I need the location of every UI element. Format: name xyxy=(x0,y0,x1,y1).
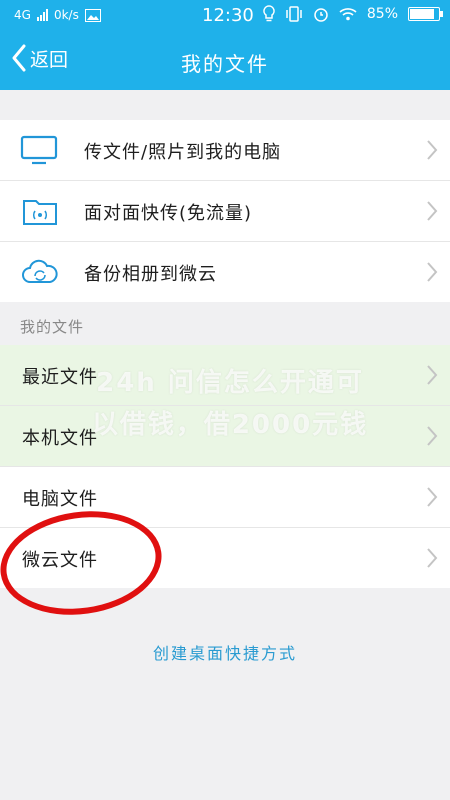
wifi-folder-icon xyxy=(23,200,57,225)
battery-icon xyxy=(408,7,443,21)
chevron-right-icon xyxy=(427,140,438,160)
status-bar: 4G 0k/s 12:30 85% xyxy=(0,0,450,32)
backup-album-label: 备份相册到微云 xyxy=(84,264,217,285)
chevron-right-icon xyxy=(427,365,438,385)
computer-icon xyxy=(20,135,58,165)
network-type: 4G xyxy=(14,8,31,22)
network-speed: 0k/s xyxy=(53,8,79,22)
status-right: 85% xyxy=(263,5,443,23)
bulb-icon xyxy=(263,5,275,22)
weiyun-files-label: 微云文件 xyxy=(22,550,98,571)
nav-bar: 返回 我的文件 xyxy=(0,32,450,90)
send-to-computer-item[interactable]: 传文件/照片到我的电脑 xyxy=(0,120,450,181)
my-files-list: 最近文件 本机文件 电脑文件 微云文件 xyxy=(0,345,450,588)
weiyun-files-item[interactable]: 微云文件 xyxy=(0,528,450,588)
vibrate-icon xyxy=(286,6,302,22)
page-title: 我的文件 xyxy=(181,52,269,76)
cloud-sync-icon xyxy=(22,259,58,283)
chevron-right-icon xyxy=(427,201,438,221)
section-header: 我的文件 xyxy=(20,318,85,336)
status-left: 4G 0k/s xyxy=(14,8,101,22)
create-shortcut-link[interactable]: 创建桌面快捷方式 xyxy=(0,640,450,664)
computer-files-item[interactable]: 电脑文件 xyxy=(0,467,450,528)
local-files-item[interactable]: 本机文件 xyxy=(0,406,450,467)
wifi-icon xyxy=(339,8,357,21)
recent-files-label: 最近文件 xyxy=(22,367,98,388)
face-to-face-label: 面对面快传(免流量) xyxy=(84,203,253,224)
computer-files-label: 电脑文件 xyxy=(22,489,98,510)
image-icon xyxy=(84,8,101,22)
battery-percent: 85% xyxy=(366,6,398,22)
status-time: 12:30 xyxy=(202,5,254,26)
backup-album-item[interactable]: 备份相册到微云 xyxy=(0,242,450,302)
chevron-right-icon xyxy=(427,487,438,507)
top-action-list: 传文件/照片到我的电脑 面对面快传(免流量) 备份相册到微云 xyxy=(0,120,450,302)
alarm-icon xyxy=(314,8,328,22)
chevron-right-icon xyxy=(427,426,438,446)
face-to-face-item[interactable]: 面对面快传(免流量) xyxy=(0,181,450,242)
local-files-label: 本机文件 xyxy=(22,428,98,449)
recent-files-item[interactable]: 最近文件 xyxy=(0,345,450,406)
signal-icon xyxy=(36,9,48,21)
chevron-right-icon xyxy=(427,548,438,568)
send-to-computer-label: 传文件/照片到我的电脑 xyxy=(84,142,282,163)
chevron-right-icon xyxy=(427,262,438,282)
